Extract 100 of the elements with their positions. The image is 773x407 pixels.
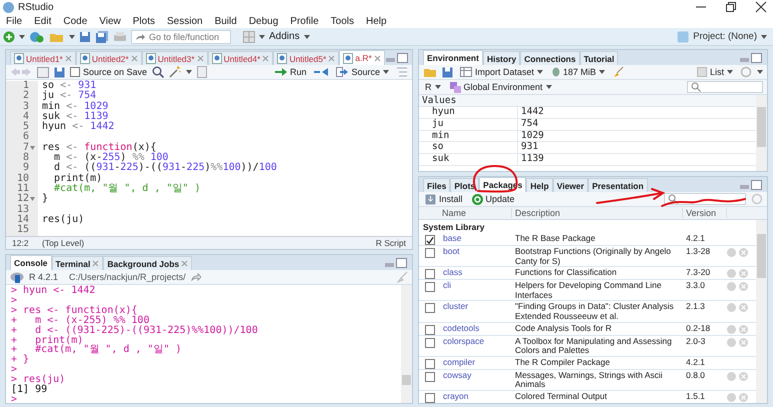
fold-arrow-icon[interactable]	[30, 146, 35, 150]
source-button[interactable]: Source	[334, 66, 391, 78]
column-header[interactable]: Version	[683, 208, 727, 218]
remove-icon[interactable]	[739, 303, 748, 312]
menu-item[interactable]: Plots	[132, 16, 155, 26]
remove-icon[interactable]	[739, 324, 748, 334]
package-checkbox[interactable]	[424, 324, 434, 335]
list-view-button[interactable]: List	[694, 66, 735, 78]
caret-icon[interactable]	[259, 34, 265, 38]
tab[interactable]: a.R*	[339, 50, 385, 65]
package-checkbox[interactable]	[424, 269, 434, 280]
package-link[interactable]: crayon	[440, 392, 512, 402]
package-checkbox[interactable]	[424, 248, 434, 258]
tab[interactable]: History	[482, 51, 520, 65]
tab[interactable]: Connections	[520, 51, 580, 65]
remove-icon[interactable]	[739, 392, 748, 402]
caret-icon[interactable]	[186, 70, 192, 74]
tab[interactable]: Untitled5*	[273, 51, 340, 65]
memory-usage-button[interactable]: 187 MiB	[550, 66, 608, 78]
minimize-pane-icon[interactable]	[384, 52, 409, 62]
menu-item[interactable]: Help	[366, 16, 387, 26]
package-link[interactable]: cowsay	[440, 370, 512, 380]
scrollbar[interactable]	[756, 95, 767, 171]
remove-icon[interactable]	[739, 338, 748, 347]
package-checkbox[interactable]	[424, 338, 434, 348]
menu-item[interactable]: Session	[167, 16, 203, 26]
package-checkbox[interactable]	[424, 235, 434, 245]
refresh-icon[interactable]	[740, 66, 752, 78]
restore-icon[interactable]	[725, 1, 737, 13]
tab[interactable]: Tutorial	[580, 51, 618, 65]
column-header[interactable]: Name	[440, 208, 512, 218]
menu-item[interactable]: Debug	[248, 16, 278, 26]
package-link[interactable]: compiler	[440, 358, 512, 368]
package-link[interactable]: class	[440, 268, 512, 278]
tab[interactable]: Console	[10, 255, 52, 270]
caret-icon[interactable]	[69, 34, 75, 38]
notebook-icon[interactable]	[197, 66, 208, 78]
file-type-selector[interactable]: R Script	[376, 238, 406, 248]
caret-icon[interactable]	[761, 34, 767, 38]
show-in-window-icon[interactable]	[37, 66, 49, 78]
tab[interactable]: Viewer	[552, 178, 588, 192]
rerun-icon[interactable]	[313, 68, 330, 76]
grid-icon[interactable]	[243, 30, 255, 42]
environment-selector[interactable]: Global Environment	[448, 81, 554, 93]
caret-icon[interactable]	[757, 70, 763, 74]
source-on-save-checkbox[interactable]: Source on Save	[70, 67, 148, 77]
package-checkbox[interactable]	[424, 358, 434, 369]
search-field[interactable]	[687, 81, 763, 93]
install-button[interactable]: Install	[423, 193, 465, 205]
save-icon[interactable]	[79, 30, 91, 42]
search-icon[interactable]	[152, 66, 164, 78]
minimize-pane-icon[interactable]	[739, 180, 763, 190]
menu-item[interactable]: Profile	[290, 16, 319, 26]
project-menu[interactable]: Project: (None)	[693, 31, 757, 42]
broom-icon[interactable]	[612, 66, 624, 78]
run-button[interactable]: Run	[272, 66, 308, 78]
save-all-icon[interactable]	[95, 30, 109, 42]
package-link[interactable]: colorspace	[440, 336, 512, 346]
tab[interactable]: Terminal	[52, 256, 104, 270]
minimize-pane-icon[interactable]	[384, 258, 408, 268]
import-dataset-button[interactable]: Import Dataset	[458, 66, 546, 78]
magic-wand-icon[interactable]	[169, 66, 182, 78]
package-checkbox[interactable]	[424, 392, 434, 403]
remove-icon[interactable]	[739, 269, 748, 278]
go-to-file-field[interactable]: Go to file/function	[131, 30, 231, 44]
package-link[interactable]: cluster	[440, 302, 512, 312]
globe-icon[interactable]	[727, 248, 736, 257]
tab[interactable]: Untitled3*	[142, 51, 208, 65]
package-checkbox[interactable]	[424, 282, 434, 292]
tab[interactable]: Environment	[423, 50, 483, 65]
tab[interactable]: Background Jobs	[103, 256, 192, 270]
language-selector[interactable]: R	[423, 81, 442, 93]
package-checkbox[interactable]	[424, 303, 434, 314]
globe-icon[interactable]	[727, 303, 736, 312]
package-link[interactable]: codetools	[440, 324, 512, 334]
fold-arrow-icon[interactable]	[30, 197, 35, 202]
menu-item[interactable]: Edit	[34, 16, 52, 26]
menu-item[interactable]: File	[6, 16, 22, 26]
save-icon[interactable]	[54, 66, 65, 78]
menu-item[interactable]: View	[99, 16, 121, 26]
scope-selector[interactable]: (Top Level)	[42, 238, 84, 248]
caret-icon[interactable]	[304, 34, 310, 38]
scrollbar[interactable]	[756, 220, 767, 403]
minimize-pane-icon[interactable]	[739, 52, 763, 62]
package-link[interactable]: cli	[440, 281, 512, 291]
tab[interactable]: Presentation	[588, 178, 648, 192]
globe-icon[interactable]	[727, 372, 736, 381]
caret-icon[interactable]	[19, 34, 25, 38]
close-icon[interactable]	[755, 1, 767, 13]
new-project-icon[interactable]	[29, 30, 45, 42]
outline-icon[interactable]	[396, 67, 408, 77]
remove-icon[interactable]	[739, 372, 748, 381]
menu-item[interactable]: Tools	[330, 16, 354, 26]
new-file-icon[interactable]	[3, 30, 15, 42]
package-link[interactable]: base	[440, 234, 512, 244]
menu-item[interactable]: Build	[214, 16, 237, 26]
update-button[interactable]: Update	[470, 193, 517, 205]
refresh-icon[interactable]	[751, 193, 763, 205]
tab[interactable]: Untitled1*	[10, 51, 76, 65]
addins-menu[interactable]: Addins	[269, 31, 300, 42]
